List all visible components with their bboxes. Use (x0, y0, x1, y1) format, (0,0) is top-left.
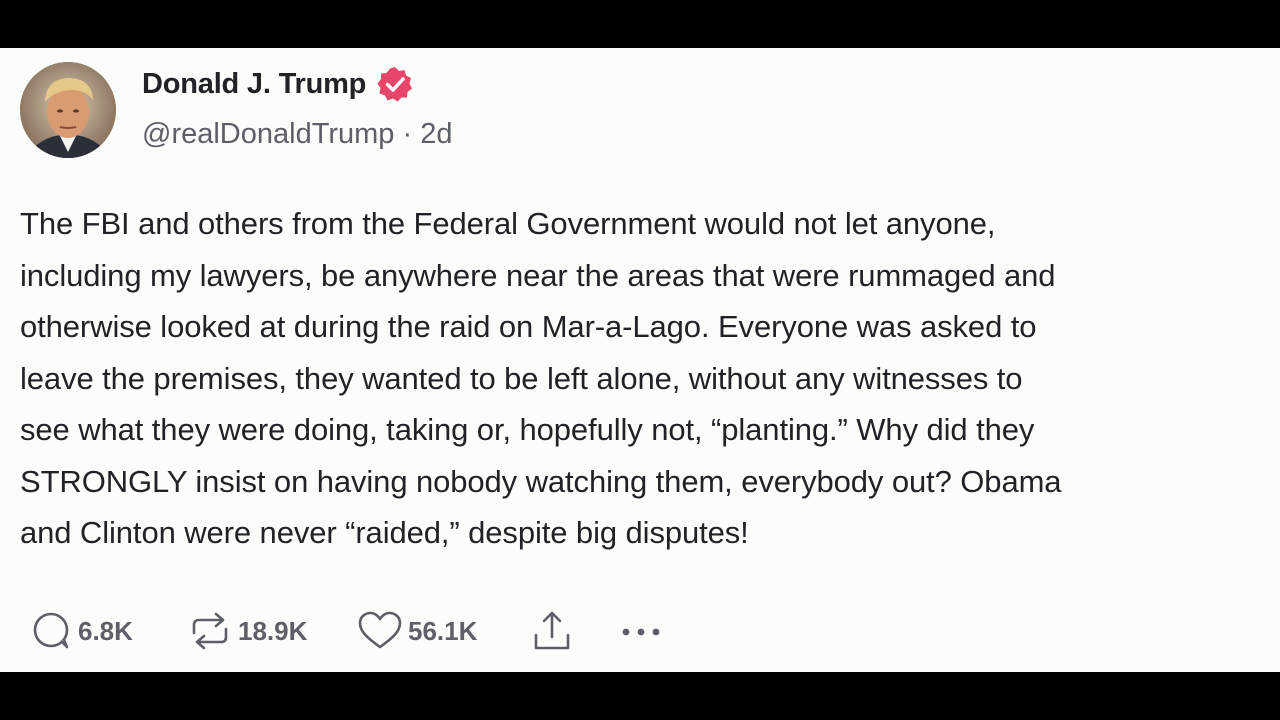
verified-badge-icon (376, 65, 414, 103)
share-button[interactable] (530, 608, 574, 654)
post-body-line: otherwise looked at during the raid on M… (20, 309, 1037, 344)
letterbox-bottom (0, 672, 1280, 720)
post-body-line: including my lawyers, be anywhere near t… (20, 257, 1056, 293)
post-time[interactable]: 2d (420, 118, 452, 150)
avatar-image (20, 62, 116, 158)
reply-icon (30, 609, 74, 653)
display-name[interactable]: Donald J. Trump (142, 68, 366, 101)
repost-button[interactable]: 18.9K (186, 608, 307, 654)
reply-count: 6.8K (78, 615, 133, 646)
heart-icon (356, 609, 404, 653)
repost-icon (186, 609, 234, 653)
like-count: 56.1K (408, 615, 478, 646)
share-icon (530, 609, 574, 653)
like-button[interactable]: 56.1K (356, 608, 477, 654)
avatar[interactable] (20, 62, 116, 158)
post-body-line: STRONGLY insist on having nobody watchin… (20, 463, 1062, 499)
post-body-line: leave the premises, they wanted to be le… (20, 360, 1023, 396)
letterbox-top (0, 0, 1280, 48)
post-body: The FBI and others from the Federal Gove… (20, 198, 1260, 559)
handle-separator: · (394, 118, 421, 150)
repost-count: 18.9K (238, 615, 308, 646)
post-body-line: see what they were doing, taking or, hop… (20, 412, 1035, 447)
author-name-row: Donald J. Trump (142, 64, 414, 104)
more-icon (618, 609, 666, 653)
action-bar: 6.8K 18.9K 56.1K (30, 608, 690, 654)
handle-row: @realDonaldTrump · 2d (142, 118, 452, 151)
post-body-line: The FBI and others from the Federal Gove… (20, 206, 996, 241)
post-body-line: and Clinton were never “raided,” despite… (20, 515, 749, 550)
more-button[interactable] (618, 608, 666, 654)
post-card: Donald J. Trump @realDonaldTrump · 2d Th… (0, 48, 1280, 672)
handle[interactable]: @realDonaldTrump (142, 118, 394, 150)
reply-button[interactable]: 6.8K (30, 608, 133, 654)
